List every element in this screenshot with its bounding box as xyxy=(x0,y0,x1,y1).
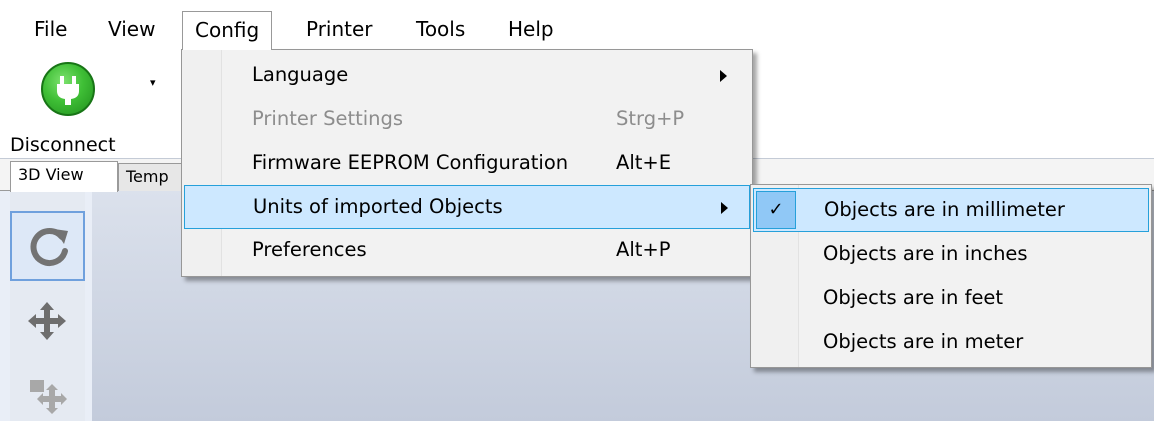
submenu-item-label: Objects are in millimeter xyxy=(824,198,1065,221)
submenu-arrow-icon xyxy=(720,70,727,82)
move-view-button[interactable] xyxy=(10,286,85,356)
menu-item-printer-settings: Printer Settings Strg+P xyxy=(184,98,750,142)
reset-view-button[interactable] xyxy=(10,211,85,281)
submenu-item-feet[interactable]: Objects are in feet xyxy=(753,277,1149,321)
menu-config[interactable]: Config xyxy=(182,11,273,50)
config-menu: Language Printer Settings Strg+P Firmwar… xyxy=(181,49,753,277)
submenu-item-label: Objects are in inches xyxy=(823,242,1028,265)
menu-printer[interactable]: Printer xyxy=(294,11,385,50)
menu-item-label: Printer Settings xyxy=(252,107,404,130)
menu-item-shortcut: Strg+P xyxy=(616,107,685,130)
move-object-icon xyxy=(30,380,67,414)
tab-3d-view[interactable]: 3D View xyxy=(10,161,118,192)
menu-bar: File View Config Printer Tools Help xyxy=(0,0,1154,50)
units-submenu: ✓ Objects are in millimeter Objects are … xyxy=(750,184,1152,368)
submenu-arrow-icon xyxy=(721,202,728,214)
submenu-item-millimeter[interactable]: ✓ Objects are in millimeter xyxy=(753,188,1149,232)
menu-view[interactable]: View xyxy=(96,11,167,50)
menu-file[interactable]: File xyxy=(22,11,79,50)
view-tool-strip xyxy=(10,191,85,421)
submenu-item-label: Objects are in meter xyxy=(823,330,1024,353)
menu-item-label: Language xyxy=(252,63,349,86)
disconnect-button[interactable]: Disconnect xyxy=(6,56,156,156)
menu-item-shortcut: Alt+P xyxy=(616,238,671,261)
disconnect-label: Disconnect xyxy=(10,134,116,156)
submenu-item-meter[interactable]: Objects are in meter xyxy=(753,321,1149,365)
menu-item-label: Preferences xyxy=(252,238,367,261)
menu-item-shortcut: Alt+E xyxy=(616,151,672,174)
connect-dropdown-chevron-icon[interactable]: ▾ xyxy=(150,76,162,90)
menu-item-label: Firmware EEPROM Configuration xyxy=(252,151,569,174)
submenu-item-inches[interactable]: Objects are in inches xyxy=(753,233,1149,277)
menu-item-units-of-imported-objects[interactable]: Units of imported Objects xyxy=(184,185,750,229)
move-icon xyxy=(28,302,66,340)
menu-tools[interactable]: Tools xyxy=(404,11,477,50)
menu-item-label: Units of imported Objects xyxy=(253,195,503,218)
submenu-item-label: Objects are in feet xyxy=(823,286,1004,309)
power-plug-icon xyxy=(41,62,95,116)
menu-item-firmware-eeprom[interactable]: Firmware EEPROM Configuration Alt+E xyxy=(184,142,750,186)
checkmark-icon: ✓ xyxy=(756,191,796,229)
tab-temperature[interactable]: Temp xyxy=(118,163,182,191)
menu-help[interactable]: Help xyxy=(496,11,566,50)
menu-item-preferences[interactable]: Preferences Alt+P xyxy=(184,229,750,273)
refresh-icon xyxy=(30,228,68,266)
menu-item-language[interactable]: Language xyxy=(184,54,750,98)
move-object-button[interactable] xyxy=(10,356,85,421)
